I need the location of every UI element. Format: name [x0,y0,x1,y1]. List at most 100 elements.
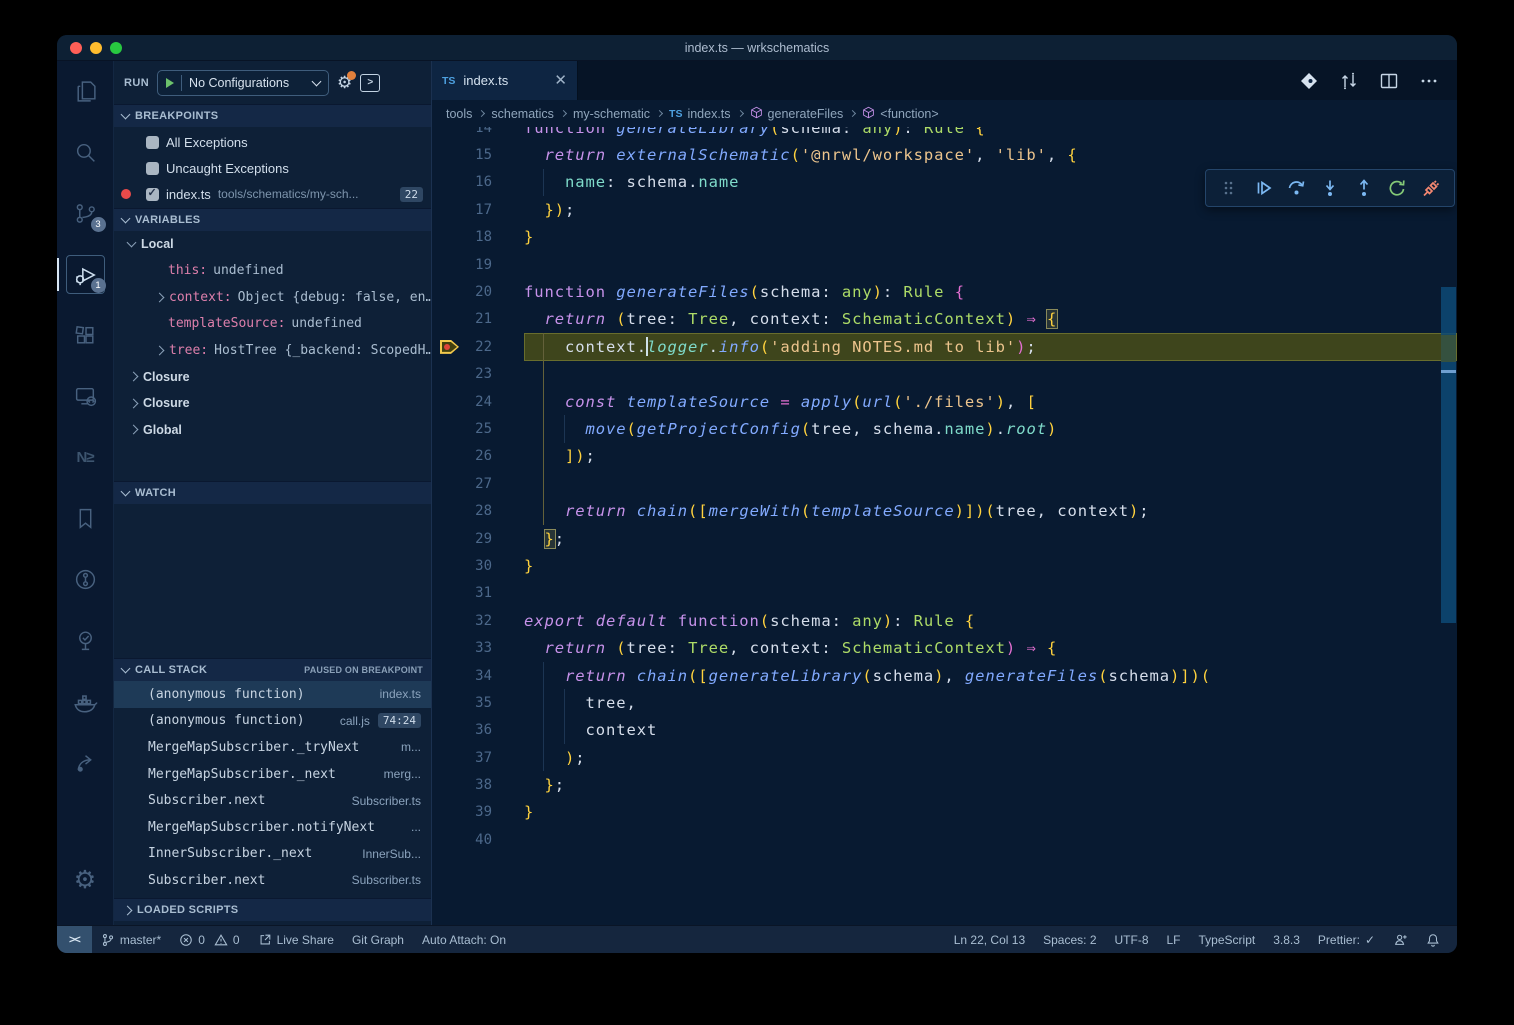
problems-item[interactable]: 0 0 [170,926,248,953]
remote-indicator[interactable]: >< [57,926,92,953]
call-stack-frame[interactable]: (anonymous function)call.js74:24 [114,708,431,735]
code-line[interactable]: 15 return externalSchematic('@nrwl/works… [432,141,1457,168]
explorer-icon[interactable] [57,61,114,122]
watch-section-header[interactable]: WATCH [114,481,431,504]
line-content[interactable]: move(getProjectConfig(tree, schema.name)… [524,415,1457,442]
line-number[interactable]: 36 [432,722,492,738]
line-number[interactable]: 23 [432,366,492,382]
code-line[interactable]: 28 return chain([mergeWith(templateSourc… [432,497,1457,524]
debug-console-icon[interactable]: > [360,74,380,92]
code-line[interactable]: 38 }; [432,771,1457,798]
line-number[interactable]: 21 [432,311,492,327]
line-number[interactable]: 15 [432,147,492,163]
notifications-bell-item[interactable] [1417,926,1449,953]
call-stack-frame[interactable]: MergeMapSubscriber._nextmerg... [114,761,431,788]
line-content[interactable]: return externalSchematic('@nrwl/workspac… [524,141,1457,168]
line-number[interactable]: 40 [432,832,492,848]
line-content[interactable]: export default function(schema: any): Ru… [524,607,1457,634]
line-content[interactable]: } [524,799,1457,826]
code-line[interactable]: 33 return (tree: Tree, context: Schemati… [432,634,1457,661]
line-content[interactable]: } [524,224,1457,251]
live-share-item[interactable]: Live Share [249,926,343,953]
eol-item[interactable]: LF [1158,926,1190,953]
code-line[interactable]: 30} [432,552,1457,579]
line-number[interactable]: 17 [432,202,492,218]
line-number[interactable]: 34 [432,668,492,684]
code-line[interactable]: 24 const templateSource = apply(url('./f… [432,388,1457,415]
code-line[interactable]: 36 context [432,717,1457,744]
more-actions-icon[interactable] [1419,71,1439,91]
line-content[interactable]: }; [524,771,1457,798]
line-content[interactable]: return (tree: Tree, context: SchematicCo… [524,306,1457,333]
call-stack-frame[interactable]: MergeMapSubscriber._tryNextm... [114,734,431,761]
code-line[interactable]: 32 export default function(schema: any): … [432,607,1457,634]
call-stack-frame[interactable]: (anonymous function)index.ts [114,681,431,708]
code-line[interactable]: 18} [432,224,1457,251]
code-line[interactable]: 39} [432,799,1457,826]
line-number[interactable]: 35 [432,695,492,711]
code-line[interactable]: 22 context.logger.info('adding NOTES.md … [432,333,1457,360]
breakpoint-index-ts[interactable]: index.ts tools/schematics/my-sch... 22 [114,181,431,207]
line-number[interactable]: 29 [432,531,492,547]
code-line[interactable]: 19 [432,251,1457,278]
variable-row[interactable]: Closure [114,364,431,391]
continue-icon[interactable] [1249,174,1277,202]
code-line[interactable]: 26 ]); [432,443,1457,470]
code-line[interactable]: 31 [432,580,1457,607]
code-line[interactable]: 23 [432,361,1457,388]
call-stack-frame[interactable]: InnerSubscriber._nextInnerSub... [114,841,431,868]
indentation-item[interactable]: Spaces: 2 [1034,926,1105,953]
line-content[interactable]: return (tree: Tree, context: SchematicCo… [524,634,1457,661]
debug-configuration-dropdown[interactable]: No Configurations [157,70,329,96]
toolbar-drag-handle[interactable] [1215,174,1243,202]
gitlens-icon[interactable] [57,549,114,610]
call-stack-frame[interactable]: MergeMapSubscriber.notifyNext... [114,814,431,841]
chevron-right-icon[interactable] [129,425,139,435]
line-number[interactable]: 25 [432,421,492,437]
docker-icon[interactable] [57,671,114,732]
line-number[interactable]: 32 [432,613,492,629]
chevron-right-icon[interactable] [155,345,165,355]
minimize-window-button[interactable] [90,42,102,54]
code-area[interactable]: 14function generateLibrary(schema: any):… [432,127,1457,925]
line-content[interactable]: }; [524,525,1457,552]
breadcrumb-item[interactable]: <function> [862,106,938,122]
line-content[interactable] [524,361,1457,388]
line-content[interactable]: return chain([generateLibrary(schema), g… [524,662,1457,689]
breakpoint-uncaught-exceptions[interactable]: Uncaught Exceptions [114,155,431,181]
variable-row[interactable]: Local [114,231,431,258]
step-out-icon[interactable] [1350,174,1378,202]
zoom-window-button[interactable] [110,42,122,54]
code-line[interactable]: 34 return chain([generateLibrary(schema)… [432,662,1457,689]
line-content[interactable]: tree, [524,689,1457,716]
code-editor[interactable]: 14function generateLibrary(schema: any):… [432,127,1457,854]
feedback-item[interactable] [1384,926,1417,953]
git-graph-item[interactable]: Git Graph [343,926,413,953]
prettier-item[interactable]: Prettier: ✓ [1309,926,1384,953]
line-content[interactable]: ]); [524,443,1457,470]
test-explorer-icon[interactable] [57,610,114,671]
debug-settings-gear-icon[interactable]: ⚙ [337,74,352,91]
line-number[interactable]: 18 [432,229,492,245]
breakpoint-all-exceptions[interactable]: All Exceptions [114,129,431,155]
checkbox-unchecked[interactable] [146,162,159,175]
chevron-right-icon[interactable] [129,398,139,408]
line-content[interactable]: context.logger.info('adding NOTES.md to … [524,333,1457,360]
variable-row[interactable]: context:Object {debug: false, en… [114,284,431,311]
line-content[interactable]: context [524,717,1457,744]
code-line[interactable]: 27 [432,470,1457,497]
split-editor-icon[interactable] [1379,71,1399,91]
search-icon[interactable] [57,122,114,183]
call-stack-frame[interactable]: Subscriber.nextSubscriber.ts [114,787,431,814]
remote-explorer-icon[interactable] [57,366,114,427]
ts-version-item[interactable]: 3.8.3 [1264,926,1309,953]
line-content[interactable]: function generateFiles(schema: any): Rul… [524,278,1457,305]
restart-icon[interactable] [1383,174,1411,202]
line-number[interactable]: 30 [432,558,492,574]
settings-gear-icon[interactable]: ⚙ [57,850,114,911]
code-line[interactable]: 29 }; [432,525,1457,552]
loaded-scripts-section-header[interactable]: LOADED SCRIPTS [114,898,431,921]
call-stack-section-header[interactable]: CALL STACK PAUSED ON BREAKPOINT [114,658,431,681]
scrollbar[interactable] [1441,127,1456,925]
line-content[interactable]: const templateSource = apply(url('./file… [524,388,1457,415]
